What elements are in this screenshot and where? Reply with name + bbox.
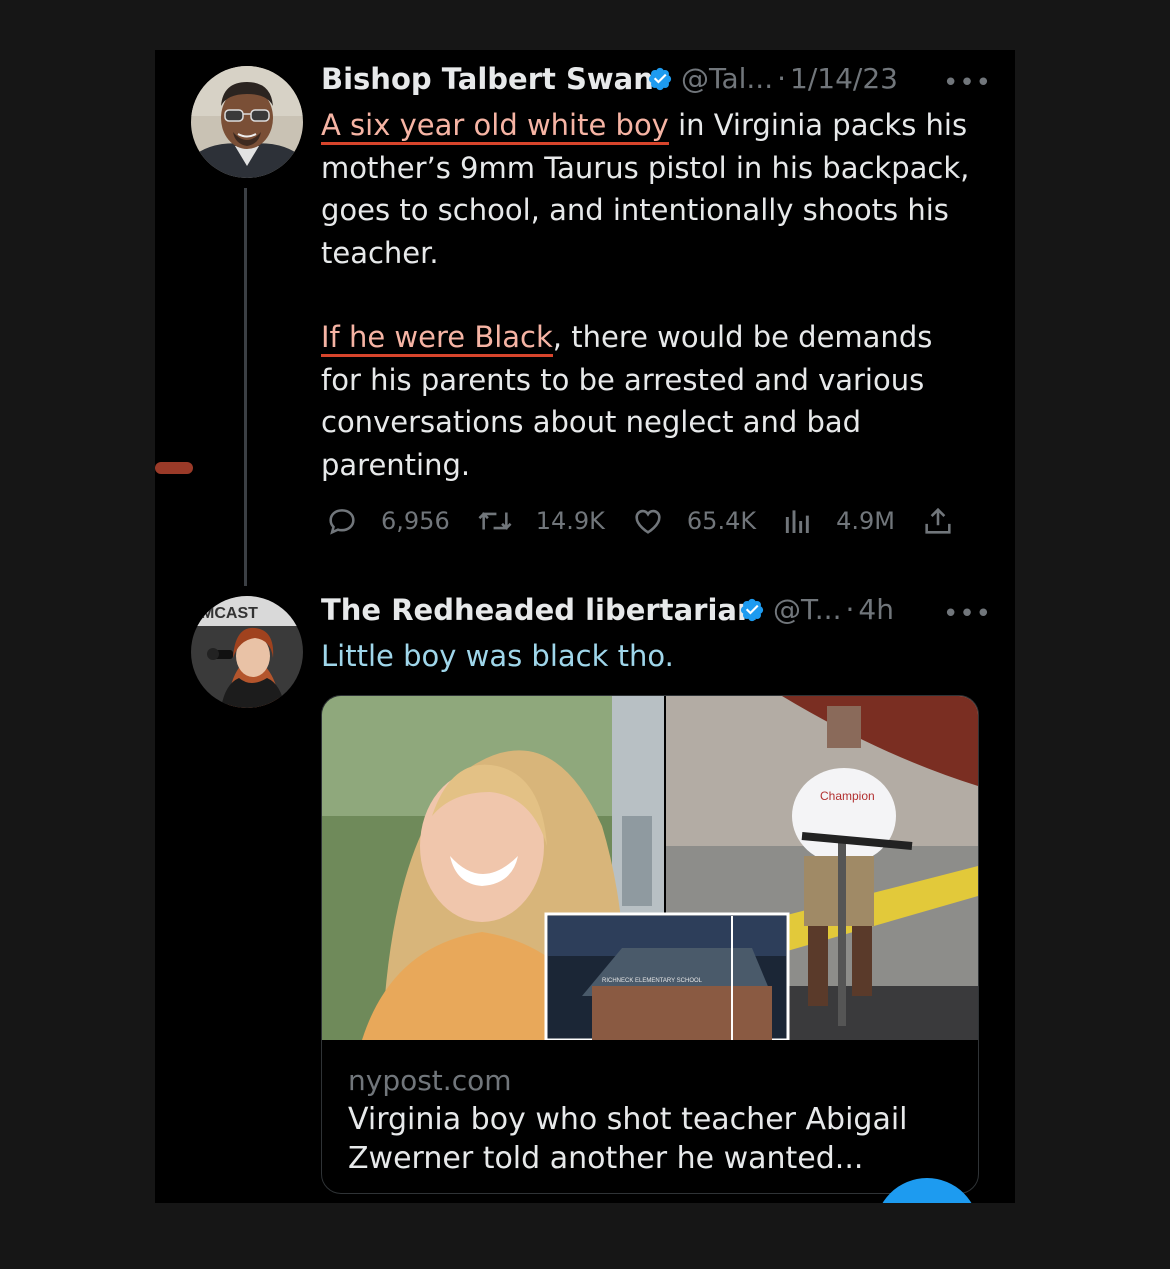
- verified-badge-icon: [740, 598, 764, 621]
- tweet2-more-button[interactable]: •••: [943, 599, 992, 629]
- like-button[interactable]: 65.4K: [631, 504, 756, 538]
- card-title[interactable]: Virginia boy who shot teacher Abigail Zw…: [348, 1100, 948, 1178]
- like-count: 65.4K: [686, 507, 757, 535]
- thread-connector-line: [244, 188, 247, 586]
- tweet1-text-paragraph2: If he were Black, there would be demands…: [321, 316, 981, 486]
- tweet1-action-bar: 6,956 14.9K 65.4K 4.9M: [325, 504, 985, 538]
- card-image: Champion RICHNECK ELEMENTARY SCHOOL: [322, 696, 978, 1040]
- avatar-redheaded[interactable]: MCAST: [191, 596, 303, 708]
- reply-count: 6,956: [381, 507, 450, 535]
- text-segment: A six year old white boy: [321, 108, 669, 145]
- marker-stroke: [155, 462, 193, 474]
- tweet1-author-name[interactable]: Bishop Talbert Swan: [321, 62, 654, 96]
- tweet1-separator: ·: [777, 62, 787, 95]
- retweet-count: 14.9K: [535, 507, 605, 535]
- share-button[interactable]: [921, 504, 955, 538]
- tweet2-author-name[interactable]: The Redheaded libertarian: [321, 593, 758, 627]
- verified-badge-icon: [648, 67, 672, 90]
- share-icon: [925, 507, 951, 534]
- tweet1-handle[interactable]: @Tal...: [681, 62, 773, 95]
- tweet2-text: Little boy was black tho.: [321, 635, 981, 678]
- views-count: 4.9M: [836, 507, 895, 535]
- tweet2-date[interactable]: 4h: [858, 593, 894, 626]
- text-segment: If he were Black: [321, 320, 553, 357]
- tweet-thread-panel: Bishop Talbert Swan @Tal... · 1/14/23 ••…: [155, 50, 1015, 1203]
- tweet2-separator: ·: [845, 593, 855, 626]
- views-button[interactable]: 4.9M: [782, 504, 895, 538]
- like-icon: [635, 509, 661, 534]
- shirt-logo-text: Champion: [820, 789, 875, 803]
- reply-button[interactable]: 6,956: [325, 504, 450, 538]
- school-sign-text: RICHNECK ELEMENTARY SCHOOL: [602, 978, 703, 984]
- reply-icon: [329, 509, 355, 535]
- tweet1-more-button[interactable]: •••: [943, 68, 992, 98]
- tweet1-date[interactable]: 1/14/23: [790, 62, 898, 95]
- tweet2-handle[interactable]: @T...: [773, 593, 841, 626]
- views-icon: [785, 510, 809, 533]
- highlight-black-tho: Little boy was black tho.: [321, 639, 674, 673]
- avatar-banner-text: MCAST: [201, 605, 258, 622]
- tweet1-text-paragraph1: A six year old white boy in Virginia pac…: [321, 104, 981, 274]
- link-preview-card[interactable]: Champion RICHNECK ELEMENTARY SCHOOL nypo…: [321, 695, 979, 1194]
- avatar-bishop[interactable]: [191, 66, 303, 178]
- highlight-white-boy: A six year old white boy: [321, 108, 669, 145]
- highlight-if-black: If he were Black: [321, 320, 553, 357]
- card-domain: nypost.com: [348, 1064, 512, 1097]
- retweet-icon: [478, 512, 512, 530]
- retweet-button[interactable]: 14.9K: [476, 504, 605, 538]
